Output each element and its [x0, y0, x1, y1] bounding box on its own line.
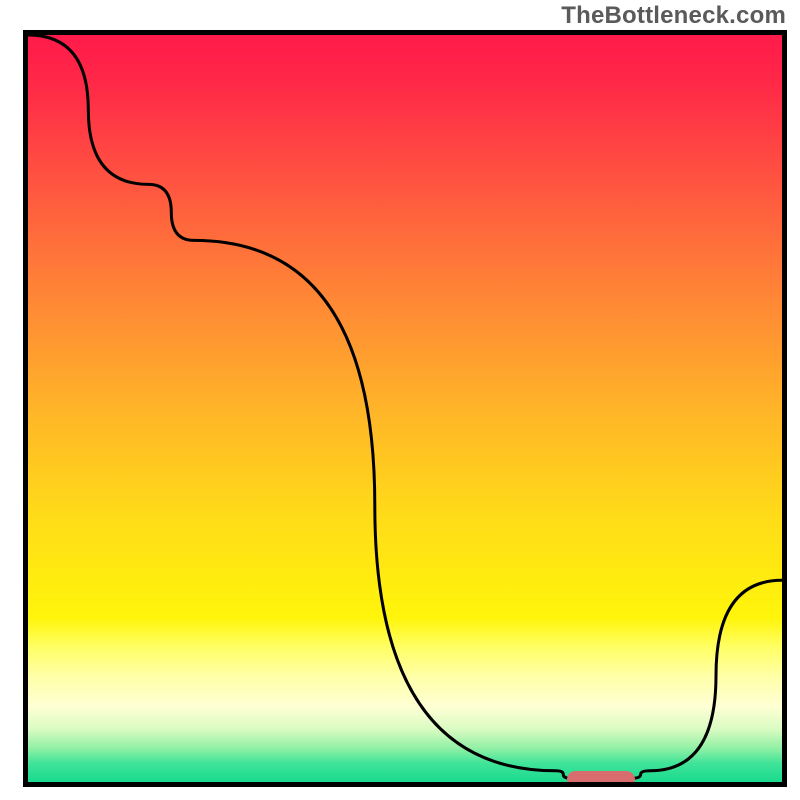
plot-frame [23, 30, 787, 787]
attribution-label: TheBottleneck.com [561, 2, 786, 30]
bottleneck-curve [28, 35, 782, 782]
optimal-marker [567, 771, 635, 787]
chart-container: TheBottleneck.com [0, 0, 800, 800]
